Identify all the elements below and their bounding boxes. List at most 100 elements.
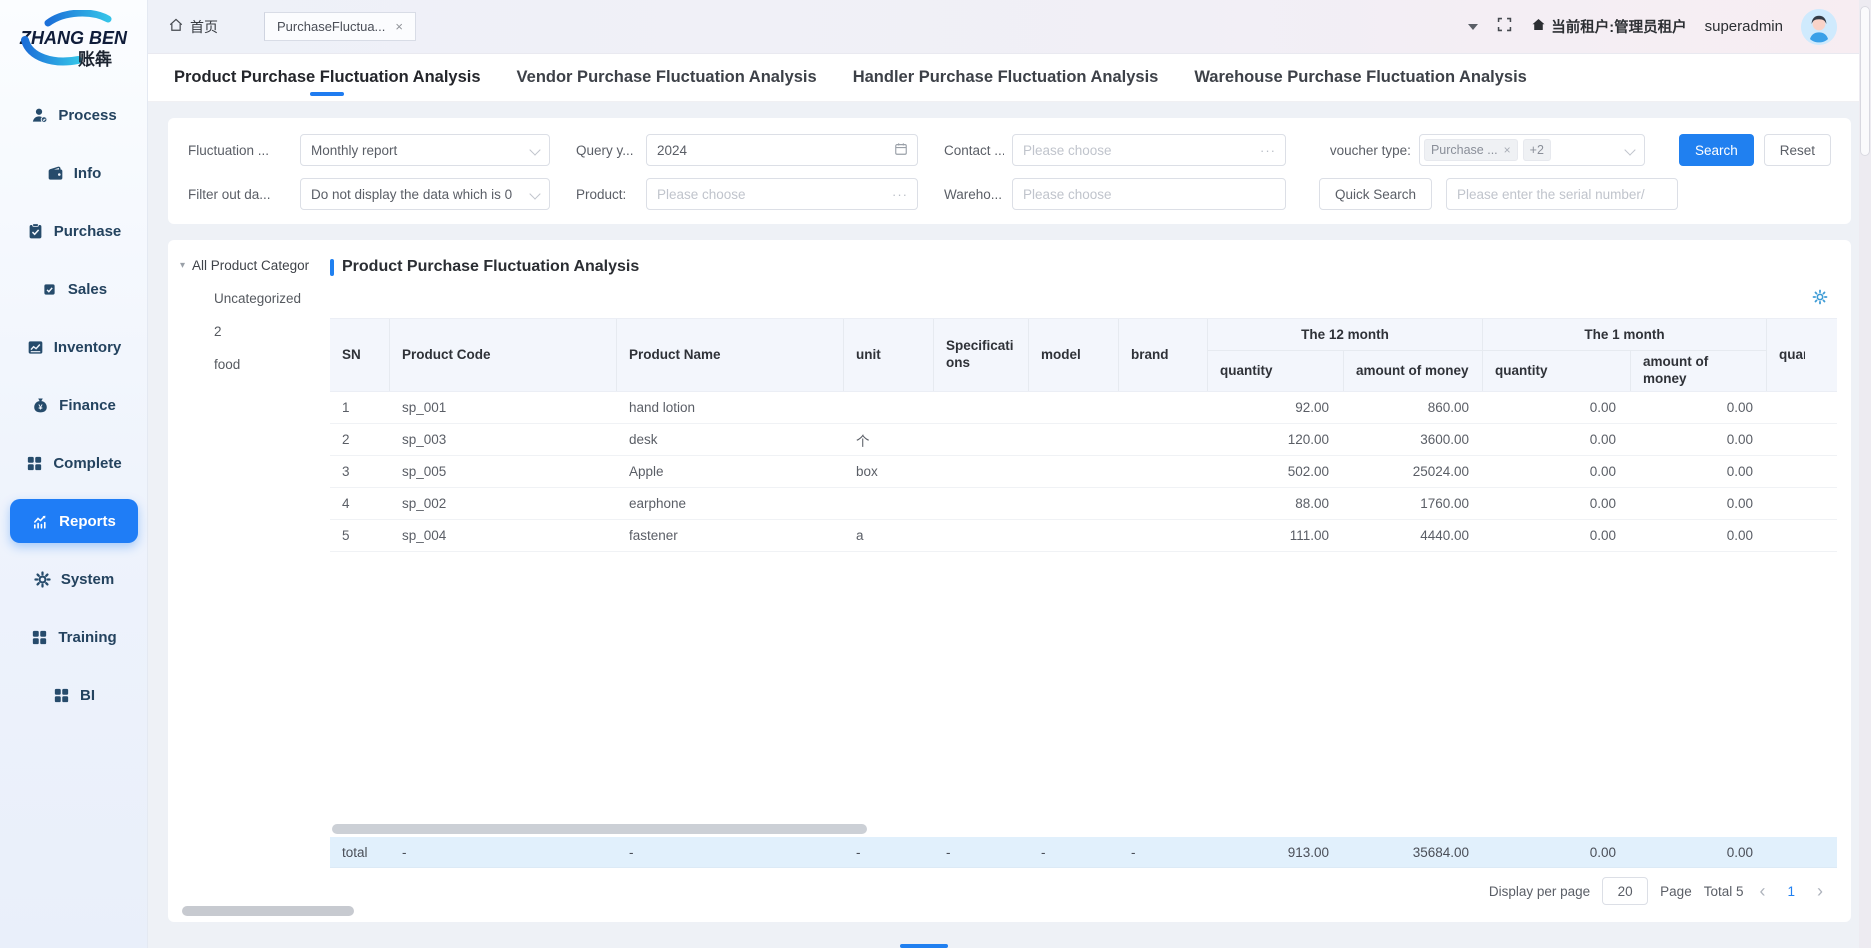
tree-item-food[interactable]: food (180, 357, 330, 372)
query-year-field: Query y... 2024 (576, 134, 918, 166)
close-icon[interactable]: × (1504, 143, 1511, 157)
sidebar-item-sales[interactable]: Sales (10, 267, 138, 311)
tree-item-2[interactable]: 2 (180, 324, 330, 339)
prev-page-icon[interactable]: ‹ (1755, 881, 1769, 902)
sidebar-item-info[interactable]: Info (10, 151, 138, 195)
sidebar-item-label: Training (58, 629, 116, 646)
column-settings-gear-icon[interactable] (1811, 288, 1829, 311)
tab-warehouse-purchase-fluctuation[interactable]: Warehouse Purchase Fluctuation Analysis (1194, 54, 1527, 101)
topbar: 首页 PurchaseFluctua... × 当前租户:管理员租户 super… (148, 0, 1871, 54)
app-root: ZHANG BEN 账犇 Process Info Purchase (0, 0, 1871, 948)
gear-icon (33, 570, 52, 589)
tab-handler-purchase-fluctuation[interactable]: Handler Purchase Fluctuation Analysis (853, 54, 1159, 101)
tenant-label: 当前租户:管理员租户 (1551, 16, 1686, 37)
search-button[interactable]: Search (1679, 134, 1754, 166)
cell-quantity-1m: 0.00 (1483, 520, 1630, 551)
cell-code: sp_001 (390, 392, 617, 423)
tab-vendor-purchase-fluctuation[interactable]: Vendor Purchase Fluctuation Analysis (517, 54, 817, 101)
ellipsis-icon: ··· (892, 187, 908, 202)
chevron-down-icon[interactable] (1468, 24, 1478, 30)
tree-item-uncategorized[interactable]: Uncategorized (180, 291, 330, 306)
chevron-down-icon (529, 188, 540, 199)
sidebar-item-reports[interactable]: Reports (10, 499, 138, 543)
voucher-type-multiselect[interactable]: Purchase ... × +2 (1419, 134, 1645, 166)
filter-zero-select[interactable]: Do not display the data which is 0 (300, 178, 550, 210)
scrollbar-thumb[interactable] (1860, 6, 1870, 156)
total-dash: - (844, 837, 934, 867)
grid-icon (25, 454, 44, 473)
sidebar-item-inventory[interactable]: Inventory (10, 325, 138, 369)
warehouse-select[interactable]: Please choose (1012, 178, 1286, 210)
tab-product-purchase-fluctuation[interactable]: Product Purchase Fluctuation Analysis (174, 54, 481, 101)
scrollbar-thumb[interactable] (332, 824, 867, 834)
table-row: 5 sp_004 fastener a 111.00 4440.00 0.00 … (330, 520, 1837, 552)
sidebar-item-purchase[interactable]: Purchase (10, 209, 138, 253)
cell-sn: 2 (330, 424, 390, 455)
contact-field: Contact ... Please choose ··· (944, 134, 1286, 166)
cell-model (1029, 424, 1119, 455)
filter-panel: Fluctuation ... Monthly report Query y..… (168, 118, 1851, 224)
user-check-icon (30, 106, 49, 125)
cell-brand (1119, 392, 1208, 423)
col-header-model: model (1029, 319, 1119, 391)
cell-clipped (1767, 424, 1805, 455)
quick-search-button[interactable]: Quick Search (1319, 178, 1432, 210)
table-horizontal-scrollbar (330, 824, 1837, 834)
total-dash: - (1119, 837, 1208, 867)
username[interactable]: superadmin (1705, 18, 1783, 35)
reset-button[interactable]: Reset (1764, 134, 1831, 166)
contact-label: Contact ... (944, 143, 1004, 158)
page-vertical-scrollbar[interactable] (1859, 0, 1871, 948)
sidebar-item-complete[interactable]: Complete (10, 441, 138, 485)
tree-root-all-product-categories[interactable]: ▾ All Product Categor (180, 258, 330, 273)
close-icon[interactable]: × (395, 20, 403, 33)
home-nav[interactable]: 首页 (168, 17, 218, 37)
cell-quantity-12m: 502.00 (1208, 456, 1343, 487)
cell-quantity-1m: 0.00 (1483, 488, 1630, 519)
sidebar-item-system[interactable]: System (10, 557, 138, 601)
cell-spec (934, 392, 1029, 423)
voucher-tag: Purchase ... × (1424, 139, 1518, 161)
cell-clipped (1767, 456, 1805, 487)
table-empty-space (330, 552, 1837, 822)
sidebar-item-process[interactable]: Process (10, 93, 138, 137)
cell-amount-12m: 3600.00 (1343, 424, 1483, 455)
next-page-icon[interactable]: › (1813, 881, 1827, 902)
cell-brand (1119, 456, 1208, 487)
product-select[interactable]: Please choose ··· (646, 178, 918, 210)
total-amount-1m: 0.00 (1630, 837, 1767, 867)
sidebar-item-label: Reports (59, 513, 116, 530)
cell-spec (934, 520, 1029, 551)
serial-number-placeholder: Please enter the serial number/ (1457, 187, 1645, 202)
table-header: SN Product Code Product Name unit Specif… (330, 318, 1837, 392)
filter-row2-right: Quick Search Please enter the serial num… (1319, 178, 1678, 210)
fluctuation-type-select[interactable]: Monthly report (300, 134, 550, 166)
fullscreen-icon[interactable] (1496, 16, 1513, 38)
page-title: Product Purchase Fluctuation Analysis (330, 254, 1837, 280)
total-quantity-1m: 0.00 (1483, 837, 1630, 867)
serial-number-input[interactable]: Please enter the serial number/ (1446, 178, 1678, 210)
sidebar-item-finance[interactable]: ¥ Finance (10, 383, 138, 427)
col-header-sn: SN (330, 319, 390, 391)
contact-select[interactable]: Please choose ··· (1012, 134, 1286, 166)
calendar-icon (894, 142, 908, 159)
home-label: 首页 (190, 17, 218, 37)
cell-unit: 个 (844, 424, 934, 455)
panel-horizontal-scrollbar[interactable] (182, 906, 354, 916)
warehouse-placeholder: Please choose (1023, 187, 1112, 202)
cell-code: sp_004 (390, 520, 617, 551)
sidebar-item-bi[interactable]: BI (10, 673, 138, 717)
grid-icon (52, 686, 71, 705)
col-header-product-code: Product Code (390, 319, 617, 391)
route-tab-purchase-fluctuation[interactable]: PurchaseFluctua... × (264, 12, 416, 41)
page-size-select[interactable]: 20 (1602, 877, 1648, 905)
avatar[interactable] (1801, 9, 1837, 45)
cell-code: sp_005 (390, 456, 617, 487)
current-page[interactable]: 1 (1781, 884, 1801, 899)
cell-amount-12m: 860.00 (1343, 392, 1483, 423)
sidebar-item-training[interactable]: Training (10, 615, 138, 659)
query-year-input[interactable]: 2024 (646, 134, 918, 166)
table-row: 4 sp_002 earphone 88.00 1760.00 0.00 0.0… (330, 488, 1837, 520)
tenant-info[interactable]: 当前租户:管理员租户 (1531, 16, 1686, 37)
chevron-down-icon (529, 144, 540, 155)
